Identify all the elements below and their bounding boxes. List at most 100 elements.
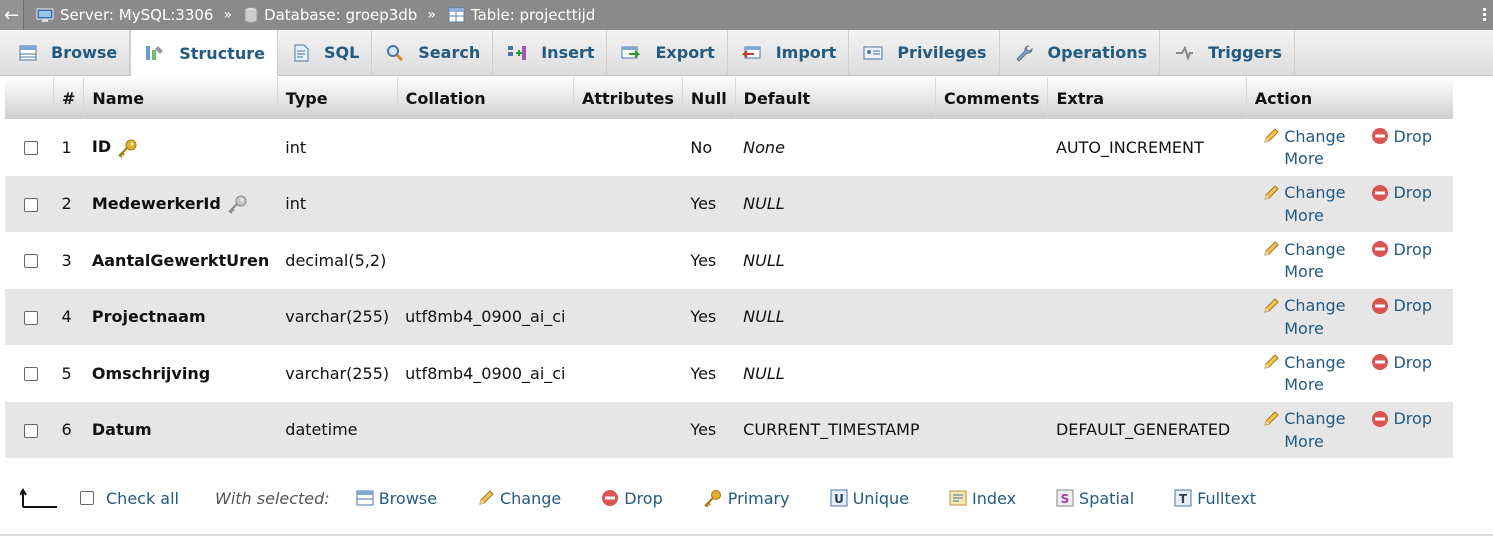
more-button[interactable]: More xyxy=(1284,262,1324,281)
bulk-fulltext-label: Fulltext xyxy=(1197,488,1257,508)
export-icon xyxy=(621,46,641,58)
row-checkbox[interactable] xyxy=(24,141,38,156)
breadcrumb-server[interactable]: Server: MySQL:3306 xyxy=(36,6,213,24)
header-type[interactable]: Type xyxy=(277,77,398,119)
more-button[interactable]: More xyxy=(1284,319,1324,338)
row-checkbox[interactable] xyxy=(24,423,38,438)
header-default[interactable]: Default xyxy=(735,77,936,119)
breadcrumb-separator: » xyxy=(223,7,233,23)
tab-insert[interactable]: Insert xyxy=(493,30,608,75)
change-button[interactable]: Change xyxy=(1262,240,1345,259)
drop-icon xyxy=(1372,241,1389,257)
privileges-icon xyxy=(863,46,883,59)
tab-browse[interactable]: Browse xyxy=(5,30,131,75)
cell-attributes xyxy=(573,288,683,345)
cell-name: Omschrijving xyxy=(83,345,278,402)
cell-attributes xyxy=(573,345,683,402)
bulk-drop-button[interactable]: Drop xyxy=(601,489,663,508)
bulk-fulltext-button[interactable]: T Fulltext xyxy=(1174,489,1256,508)
change-button[interactable]: Change xyxy=(1262,409,1345,428)
bulk-browse-button[interactable]: Browse xyxy=(356,489,437,508)
cell-num: 4 xyxy=(53,288,84,345)
tab-triggers[interactable]: Triggers xyxy=(1160,30,1295,75)
change-button[interactable]: Change xyxy=(1262,353,1345,372)
row-checkbox[interactable] xyxy=(24,310,38,325)
change-label: Change xyxy=(1284,126,1346,146)
change-button[interactable]: Change xyxy=(1262,183,1345,202)
check-all-link[interactable]: Check all xyxy=(106,489,179,508)
bulk-index-button[interactable]: Index xyxy=(949,489,1016,508)
cell-extra: AUTO_INCREMENT xyxy=(1047,119,1247,176)
tab-structure[interactable]: Structure xyxy=(130,30,278,76)
tab-insert-label: Insert xyxy=(541,43,595,62)
header-null[interactable]: Null xyxy=(682,77,736,119)
cell-type: datetime xyxy=(277,401,398,458)
more-button[interactable]: More xyxy=(1284,149,1324,168)
change-label: Change xyxy=(1284,183,1346,202)
tab-search[interactable]: Search xyxy=(372,30,494,75)
drop-button[interactable]: Drop xyxy=(1371,183,1432,202)
tab-sql[interactable]: SQL xyxy=(278,30,373,75)
pencil-icon xyxy=(1264,354,1279,369)
header-comments[interactable]: Comments xyxy=(935,77,1049,119)
drop-icon xyxy=(602,490,619,506)
cell-num: 2 xyxy=(53,175,84,232)
header-collation[interactable]: Collation xyxy=(397,77,575,119)
bulk-unique-button[interactable]: U Unique xyxy=(830,489,909,508)
index-icon xyxy=(949,490,967,506)
cell-action: Change Drop More xyxy=(1246,175,1453,232)
tab-privileges[interactable]: Privileges xyxy=(849,30,1000,75)
change-button[interactable]: Change xyxy=(1262,127,1345,146)
options-menu-icon[interactable] xyxy=(1483,8,1491,22)
more-button[interactable]: More xyxy=(1284,206,1324,225)
more-button[interactable]: More xyxy=(1284,375,1324,394)
drop-label: Drop xyxy=(1393,296,1432,315)
browse-icon xyxy=(356,490,374,506)
header-attributes[interactable]: Attributes xyxy=(573,77,683,119)
drop-label: Drop xyxy=(1393,409,1432,428)
bulk-spatial-button[interactable]: S Spatial xyxy=(1056,489,1134,508)
change-button[interactable]: Change xyxy=(1262,296,1345,315)
cell-name: MedewerkerId xyxy=(83,175,278,232)
bulk-change-button[interactable]: Change xyxy=(477,489,561,508)
table-row: 2 MedewerkerId int Yes NULL Change Drop More xyxy=(5,175,1453,232)
row-checkbox[interactable] xyxy=(24,367,38,382)
primary-key-icon xyxy=(118,139,137,158)
cell-action: Change Drop More xyxy=(1246,232,1453,289)
breadcrumb-database[interactable]: Database: groep3db xyxy=(244,6,417,24)
tab-privileges-label: Privileges xyxy=(897,43,987,62)
tab-operations[interactable]: Operations xyxy=(1000,30,1161,75)
drop-button[interactable]: Drop xyxy=(1371,127,1432,146)
database-icon xyxy=(244,7,258,23)
cell-collation xyxy=(397,119,574,176)
drop-icon xyxy=(1372,410,1389,427)
cell-collation xyxy=(397,401,574,458)
tab-export[interactable]: Export xyxy=(607,30,728,75)
check-all-checkbox[interactable] xyxy=(80,491,94,505)
cell-null: No xyxy=(682,119,736,176)
drop-button[interactable]: Drop xyxy=(1371,240,1432,259)
cell-default: NULL xyxy=(735,288,936,345)
more-label: More xyxy=(1284,205,1324,225)
header-extra[interactable]: Extra xyxy=(1047,77,1247,119)
bulk-primary-button[interactable]: Primary xyxy=(703,489,790,508)
drop-button[interactable]: Drop xyxy=(1371,296,1432,315)
back-arrow-icon[interactable]: ← xyxy=(0,0,24,30)
row-checkbox[interactable] xyxy=(24,197,38,212)
field-name: Omschrijving xyxy=(91,363,211,383)
breadcrumb-table[interactable]: Table: projecttijd xyxy=(448,6,595,24)
drop-button[interactable]: Drop xyxy=(1371,353,1432,372)
bulk-index-label: Index xyxy=(972,488,1017,508)
tab-import[interactable]: Import xyxy=(728,30,850,75)
cell-attributes xyxy=(573,401,683,458)
svg-text:U: U xyxy=(834,492,844,506)
row-checkbox[interactable] xyxy=(24,254,38,269)
more-button[interactable]: More xyxy=(1284,432,1324,451)
breadcrumb-bar: ← Server: MySQL:3306 » Database: groep3d… xyxy=(0,0,1493,30)
cell-type: varchar(255) xyxy=(277,288,398,345)
breadcrumb-table-label: Table: projecttijd xyxy=(470,6,596,24)
cell-name: AantalGewerktUren xyxy=(83,232,278,289)
header-name[interactable]: Name xyxy=(83,77,278,119)
drop-button[interactable]: Drop xyxy=(1371,409,1432,428)
tab-browse-label: Browse xyxy=(51,43,118,62)
